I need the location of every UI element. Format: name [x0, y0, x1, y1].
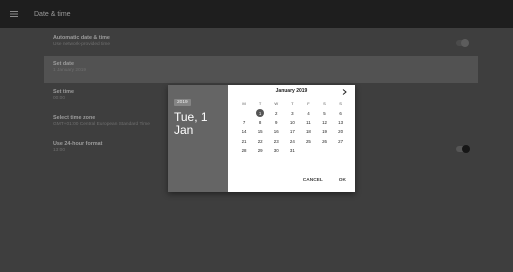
day-cell[interactable]: 7	[236, 120, 252, 125]
week-row: 14 15 16 17 18 19 20	[236, 127, 349, 136]
day-cell[interactable]: 6	[333, 111, 349, 116]
day-cell[interactable]: 13	[333, 120, 349, 125]
day-cell[interactable]: 29	[252, 148, 268, 153]
setting-automatic-date-time[interactable]: Automatic date & time Use network-provid…	[44, 30, 478, 57]
month-label: January 2019	[275, 88, 308, 94]
day-cell[interactable]: 28	[236, 148, 252, 153]
weekday-row: M T W T F S S	[236, 99, 349, 108]
day-cell[interactable]: 19	[316, 129, 332, 134]
day-cell[interactable]: 4	[300, 111, 316, 116]
day-cell-selected[interactable]: 1	[252, 109, 268, 118]
weekday-label: S	[323, 101, 326, 107]
chevron-right-icon[interactable]	[339, 87, 349, 97]
calendar: January 2019 M T W T F S S 1 2 3 4 5 6 7…	[228, 85, 355, 192]
app-bar-title: Date & time	[34, 10, 71, 18]
calendar-grid: M T W T F S S 1 2 3 4 5 6 7 8 9 10 11 12…	[236, 99, 349, 155]
hamburger-menu-icon[interactable]	[0, 0, 28, 28]
day-cell[interactable]: 23	[268, 139, 284, 144]
day-cell[interactable]: 26	[316, 139, 332, 144]
weekday-label: T	[291, 101, 294, 107]
weekday-label: F	[307, 101, 310, 107]
day-cell[interactable]: 25	[300, 139, 316, 144]
weekday-label: M	[242, 101, 246, 107]
weekday-label: T	[258, 101, 262, 107]
ok-button[interactable]: OK	[336, 176, 349, 185]
screen: Date & time Automatic date & time Use ne…	[0, 0, 513, 272]
setting-subtitle: 1 January 2019	[53, 68, 87, 73]
day-cell[interactable]: 16	[268, 129, 284, 134]
day-cell[interactable]: 14	[236, 129, 252, 134]
toggle-knob	[461, 39, 469, 47]
day-cell[interactable]: 27	[333, 139, 349, 144]
week-row: 21 22 23 24 25 26 27	[236, 137, 349, 146]
day-cell[interactable]: 21	[236, 139, 252, 144]
day-cell[interactable]: 24	[284, 139, 300, 144]
day-cell[interactable]: 11	[300, 120, 316, 125]
day-cell[interactable]: 5	[316, 111, 332, 116]
app-bar: Date & time	[0, 0, 513, 28]
day-cell[interactable]: 22	[252, 139, 268, 144]
day-cell[interactable]: 15	[252, 129, 268, 134]
day-cell[interactable]: 9	[268, 120, 284, 125]
week-row: 28 29 30 31	[236, 146, 349, 155]
setting-subtitle: Use network-provided time	[53, 42, 111, 47]
day-cell[interactable]: 8	[252, 120, 268, 125]
automatic-date-time-toggle[interactable]	[456, 39, 469, 47]
selected-date-line-2: Jan	[174, 123, 194, 137]
day-cell[interactable]: 20	[333, 129, 349, 134]
week-row: 7 8 9 10 11 12 13	[236, 118, 349, 127]
week-row: 1 2 3 4 5 6	[236, 108, 349, 118]
date-picker-dialog: 2019 Tue, 1 Jan January 2019 M T W T F S	[168, 85, 355, 192]
setting-set-date[interactable]: Set date 1 January 2019	[44, 56, 478, 83]
day-cell[interactable]: 17	[284, 129, 300, 134]
day-cell[interactable]: 2	[268, 111, 284, 116]
day-cell[interactable]: 12	[316, 120, 332, 125]
day-number: 1	[258, 110, 262, 116]
calendar-header: January 2019	[228, 88, 355, 96]
cancel-button[interactable]: CANCEL	[300, 176, 326, 185]
dialog-actions: CANCEL OK	[300, 176, 349, 185]
year-selector[interactable]: 2019	[174, 99, 191, 106]
setting-title: Set date	[53, 61, 74, 67]
weekday-label: S	[339, 101, 342, 107]
day-cell[interactable]: 30	[268, 148, 284, 153]
weekday-label: W	[274, 101, 279, 107]
date-picker-header: 2019 Tue, 1 Jan	[168, 85, 228, 192]
setting-title: Automatic date & time	[53, 35, 110, 41]
day-cell[interactable]: 3	[284, 111, 300, 116]
toggle-knob	[462, 145, 470, 153]
use-24-hour-toggle[interactable]	[456, 145, 470, 153]
day-cell[interactable]: 18	[300, 129, 316, 134]
day-cell[interactable]: 10	[284, 120, 300, 125]
day-cell[interactable]: 31	[284, 148, 300, 153]
